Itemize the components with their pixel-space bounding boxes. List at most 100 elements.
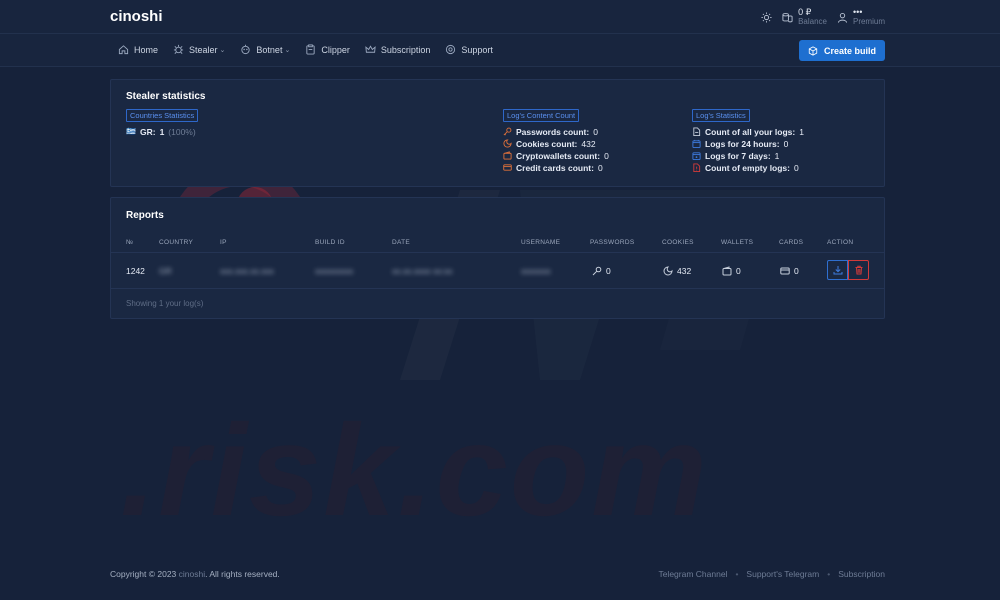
calendar-icon bbox=[692, 139, 701, 148]
nav-item-clipper[interactable]: Clipper bbox=[305, 44, 350, 55]
balance-value: 0 ₽ bbox=[798, 7, 812, 17]
col-username[interactable]: USERNAME bbox=[521, 239, 560, 246]
col-date[interactable]: DATE bbox=[392, 239, 410, 246]
log-statistics-column: Log's Statistics Count of all your logs:… bbox=[692, 109, 804, 173]
download-button[interactable] bbox=[827, 260, 848, 280]
table-row: 1242 GR xxx.xxx.xx.xxx xxxxxxxxx xx.xx.x… bbox=[111, 256, 884, 288]
passwords-count-label: Passwords count: bbox=[516, 126, 590, 137]
logs-24h-label: Logs for 24 hours: bbox=[705, 138, 780, 149]
row-passwords-value: 0 bbox=[606, 266, 611, 276]
row-ip: xxx.xxx.xx.xxx bbox=[220, 266, 274, 276]
reports-panel: Reports № COUNTRY IP BUILD ID DATE USERN… bbox=[110, 197, 885, 319]
user-plan: Premium bbox=[852, 17, 885, 26]
copyright-brand[interactable]: cinoshi bbox=[179, 569, 205, 579]
copyright-prefix: Copyright © 2023 bbox=[110, 569, 177, 579]
col-wallets[interactable]: WALLETS bbox=[721, 239, 753, 246]
user-icon bbox=[837, 12, 848, 23]
col-cookies[interactable]: COOKIES bbox=[662, 239, 694, 246]
empty-logs-value: 0 bbox=[794, 162, 799, 173]
user-name: ••• bbox=[852, 7, 863, 17]
nav-label-support: Support bbox=[461, 44, 493, 55]
stealer-statistics-panel: Stealer statistics Countries Statistics … bbox=[110, 79, 885, 187]
empty-logs-label: Count of empty logs: bbox=[705, 162, 790, 173]
empty-logs-row: Count of empty logs: 0 bbox=[692, 162, 804, 173]
nav-item-home[interactable]: Home bbox=[118, 44, 158, 55]
flag-icon: 🇬🇷 bbox=[126, 127, 136, 136]
passwords-count-row: Passwords count: 0 bbox=[503, 126, 609, 137]
logs-7d-value: 1 bbox=[774, 150, 780, 161]
header-divider bbox=[111, 252, 884, 253]
create-build-button[interactable]: Create build bbox=[799, 40, 885, 61]
bug-icon bbox=[173, 44, 184, 54]
panel-title: Stealer statistics bbox=[126, 91, 206, 102]
col-cards[interactable]: CARDS bbox=[779, 239, 803, 246]
logs-7d-row: Logs for 7 days: 1 bbox=[692, 150, 804, 161]
theme-toggle[interactable] bbox=[761, 11, 772, 23]
country-count: 1 bbox=[159, 126, 165, 137]
wallet-icon bbox=[722, 266, 732, 276]
crown-icon bbox=[365, 45, 376, 53]
row-cookies: 432 bbox=[663, 266, 691, 276]
footer-link-support-telegram[interactable]: Support's Telegram bbox=[746, 569, 819, 579]
top-right-controls: 0 ₽ Balance ••• Premium bbox=[761, 7, 885, 27]
credit-cards-count-label: Credit cards count: bbox=[516, 162, 594, 173]
col-ip[interactable]: IP bbox=[220, 239, 227, 246]
footer-links: Telegram Channel • Support's Telegram • … bbox=[658, 569, 885, 579]
nav-item-botnet[interactable]: Botnet ⌄ bbox=[240, 44, 290, 55]
passwords-count-value: 0 bbox=[593, 126, 598, 137]
row-build-id: xxxxxxxxx bbox=[315, 266, 354, 276]
logs-24h-row: Logs for 24 hours: 0 bbox=[692, 138, 804, 149]
key-icon bbox=[503, 127, 512, 136]
col-action: ACTION bbox=[827, 239, 854, 246]
footer-link-subscription[interactable]: Subscription bbox=[838, 569, 885, 579]
col-passwords[interactable]: PASSWORDS bbox=[590, 239, 634, 246]
row-cards-value: 0 bbox=[794, 266, 799, 276]
nav-bar: Home Stealer ⌄ Botnet ⌄ Clipper Subscrip… bbox=[0, 34, 1000, 67]
balance-widget[interactable]: 0 ₽ Balance bbox=[782, 7, 827, 27]
app-logo[interactable]: cinoshi bbox=[110, 8, 163, 25]
download-icon bbox=[833, 266, 842, 275]
delete-button[interactable] bbox=[848, 260, 869, 280]
calendar-week-icon bbox=[692, 152, 701, 160]
row-date: xx.xx.xxxx xx:xx bbox=[392, 266, 453, 276]
user-menu[interactable]: ••• Premium bbox=[837, 7, 885, 27]
cryptowallets-count-row: Cryptowallets count: 0 bbox=[503, 150, 609, 161]
footer-link-telegram-channel[interactable]: Telegram Channel bbox=[658, 569, 727, 579]
cryptowallets-count-label: Cryptowallets count: bbox=[516, 150, 601, 161]
nav-label-clipper: Clipper bbox=[321, 44, 350, 55]
all-logs-label: Count of all your logs: bbox=[705, 126, 796, 137]
col-build-id[interactable]: BUILD ID bbox=[315, 239, 345, 246]
cube-icon bbox=[808, 45, 818, 56]
clipboard-icon bbox=[306, 44, 315, 55]
create-build-label: Create build bbox=[823, 45, 876, 56]
nav-item-stealer[interactable]: Stealer ⌄ bbox=[173, 44, 225, 55]
balance-label: Balance bbox=[798, 17, 827, 26]
nav-label-subscription: Subscription bbox=[380, 44, 431, 55]
nav-label-botnet: Botnet bbox=[256, 44, 283, 55]
chevron-down-icon: ⌄ bbox=[219, 46, 226, 54]
credit-cards-count-row: Credit cards count: 0 bbox=[503, 162, 609, 173]
logs-7d-label: Logs for 7 days: bbox=[705, 150, 771, 161]
row-id: 1242 bbox=[126, 266, 145, 276]
nav-label-home: Home bbox=[134, 44, 159, 55]
wallet-icon bbox=[503, 151, 512, 160]
content-count-column: Log's Content Count Passwords count: 0 C… bbox=[503, 109, 609, 173]
card-icon bbox=[780, 267, 790, 275]
nav-item-subscription[interactable]: Subscription bbox=[365, 44, 431, 55]
nav-label-stealer: Stealer bbox=[189, 44, 218, 55]
countries-column: Countries Statistics 🇬🇷 GR: 1 (100%) bbox=[126, 109, 199, 137]
file-empty-icon bbox=[693, 163, 701, 172]
row-passwords: 0 bbox=[592, 266, 611, 276]
home-icon bbox=[118, 45, 129, 55]
country-row: 🇬🇷 GR: 1 (100%) bbox=[126, 126, 198, 137]
chevron-down-icon: ⌄ bbox=[284, 46, 291, 54]
cookies-count-row: Cookies count: 432 bbox=[503, 139, 609, 149]
row-country: GR bbox=[159, 266, 172, 276]
support-icon bbox=[446, 44, 456, 55]
col-country[interactable]: COUNTRY bbox=[159, 239, 193, 246]
copyright: Copyright © 2023 cinoshi. All rights res… bbox=[110, 569, 280, 579]
credit-cards-count-value: 0 bbox=[597, 162, 603, 173]
card-icon bbox=[503, 164, 512, 171]
nav-item-support[interactable]: Support bbox=[445, 44, 493, 55]
col-number[interactable]: № bbox=[126, 239, 133, 246]
